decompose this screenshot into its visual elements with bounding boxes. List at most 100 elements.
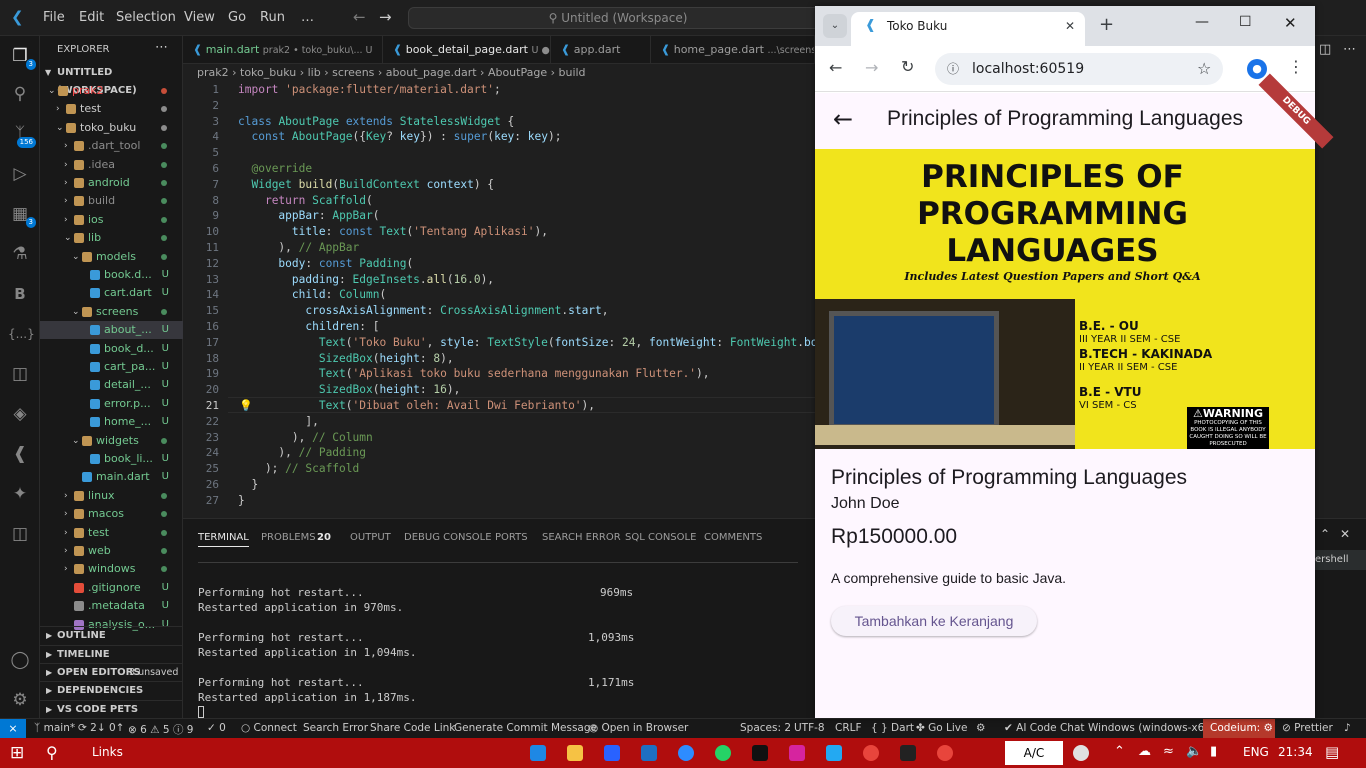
settings-gear-icon[interactable]: ⚙ <box>8 688 32 712</box>
go-live-status[interactable]: ✤ Go Live <box>916 722 967 734</box>
tree-item[interactable]: › web <box>40 542 183 560</box>
reload-icon[interactable]: ↻ <box>901 57 914 76</box>
taskbar-search-icon[interactable]: ⚲ <box>46 743 58 762</box>
ports-status[interactable]: ✓ 0 <box>207 722 226 734</box>
workspace-header[interactable]: ▼ UNTITLED (WORKSPACE) <box>40 64 183 96</box>
maximize-panel-icon[interactable]: ⌃ <box>1320 527 1330 541</box>
language-status[interactable]: { } Dart <box>871 722 914 734</box>
menu-go[interactable]: Go <box>228 10 246 25</box>
volume-icon[interactable]: 🔈 <box>1186 744 1202 759</box>
editor-more-icon[interactable]: ⋯ <box>1343 42 1356 57</box>
weather-icon[interactable] <box>1073 745 1089 761</box>
prettier-status[interactable]: ⊘ Prettier <box>1282 722 1333 734</box>
cloud-icon[interactable]: ☁ <box>1138 744 1151 759</box>
tiktok-icon[interactable] <box>752 745 768 761</box>
tree-item[interactable]: › test <box>40 524 183 542</box>
tab-app-dart[interactable]: ❰ app.dart <box>551 36 651 64</box>
indentation-status[interactable]: Spaces: 2 <box>740 722 791 734</box>
notifications-bell-icon[interactable]: ♪ <box>1344 722 1351 734</box>
tab-main-dart[interactable]: ❰ main.dart prak2 • toko_buku\... U <box>183 36 383 64</box>
open-editors-section[interactable]: ▶ OPEN EDITORS 3 unsaved <box>40 663 183 681</box>
vscode-taskbar-icon[interactable] <box>826 745 842 761</box>
close-panel-icon[interactable]: ✕ <box>1340 527 1350 541</box>
language-indicator[interactable]: ENG <box>1243 745 1269 759</box>
search-error-status[interactable]: Search Error <box>303 722 368 734</box>
b-extension-icon[interactable]: B <box>8 282 32 306</box>
eol-status[interactable]: CRLF <box>835 722 862 734</box>
sql-icon[interactable]: ◫ <box>8 522 32 546</box>
timeline-section[interactable]: ▶ TIMELINE <box>40 645 183 663</box>
forward-arrow-icon[interactable]: → <box>379 8 392 26</box>
device-status[interactable]: Windows (windows-x64) <box>1088 722 1215 734</box>
vs-code-pets-section[interactable]: ▶ VS CODE PETS <box>40 700 183 718</box>
tree-item[interactable]: about_... U <box>40 321 183 340</box>
layers-icon[interactable]: ◈ <box>8 402 32 426</box>
tab-book-detail-page[interactable]: ❰ book_detail_page.dart U ● <box>383 36 551 64</box>
menu-run[interactable]: Run <box>260 10 285 25</box>
tree-item[interactable]: .metadata U <box>40 597 183 615</box>
tree-item[interactable]: ⌄ toko_buku <box>40 119 183 137</box>
tree-item[interactable]: cart.dart U <box>40 284 183 302</box>
ac-widget[interactable]: A/C <box>1005 741 1063 765</box>
tree-item[interactable]: ⌄ screens <box>40 303 183 321</box>
tree-item[interactable]: › .dart_tool <box>40 137 183 155</box>
tree-item[interactable]: ⌄ widgets <box>40 432 183 450</box>
problems-status[interactable]: ⊗ 6 ⚠ 5 ⓘ 9 <box>128 722 193 737</box>
flutter-outline-icon[interactable]: ❰ <box>8 442 32 466</box>
wifi-icon[interactable]: ≈ <box>1163 744 1174 759</box>
windows-start-icon[interactable]: ⊞ <box>10 743 24 763</box>
database-icon[interactable]: ◫ <box>8 362 32 386</box>
menu-more[interactable]: … <box>301 10 314 25</box>
menu-file[interactable]: File <box>43 10 65 25</box>
dependencies-section[interactable]: ▶ DEPENDENCIES <box>40 681 183 699</box>
search-icon[interactable]: ⚲ <box>8 82 32 106</box>
tab-home-page[interactable]: ❰ home_page.dart ...\screens U <box>651 36 815 64</box>
battery-icon[interactable]: ▮ <box>1210 744 1217 759</box>
tree-item[interactable]: › test <box>40 100 183 118</box>
tab-debug-console[interactable]: DEBUG CONSOLE <box>404 532 492 543</box>
tab-terminal[interactable]: TERMINAL <box>198 532 249 547</box>
maximize-icon[interactable]: ☐ <box>1239 14 1252 30</box>
sync-status[interactable]: ⟳ 2↓ 0↑ <box>78 722 124 734</box>
connect-status[interactable]: ○ Connect <box>241 722 297 734</box>
command-center[interactable]: ⚲ Untitled (Workspace) <box>408 7 828 29</box>
tree-item[interactable]: book_li... U <box>40 450 183 468</box>
branch-status[interactable]: ᛉ main* <box>34 722 75 734</box>
outline-section[interactable]: ▶ OUTLINE <box>40 626 183 644</box>
site-info-icon[interactable]: ⓘ <box>947 53 959 85</box>
file-explorer-icon[interactable] <box>567 745 583 761</box>
encoding-status[interactable]: UTF-8 <box>794 722 825 734</box>
browser-forward-icon[interactable]: → <box>865 58 878 77</box>
clock[interactable]: 21:34 <box>1278 745 1313 759</box>
terminal-list-item[interactable]: ershell <box>1315 550 1366 570</box>
split-editor-icon[interactable]: ◫ <box>1319 42 1331 57</box>
browser-back-icon[interactable]: ← <box>829 58 842 77</box>
tree-item[interactable]: › .idea <box>40 156 183 174</box>
tree-item[interactable]: ⌄ lib <box>40 229 183 247</box>
tray-chevron-icon[interactable]: ⌃ <box>1114 744 1125 759</box>
breadcrumb[interactable]: prak2 › toko_buku › lib › screens › abou… <box>183 64 815 82</box>
instagram-icon[interactable] <box>789 745 805 761</box>
bookmark-star-icon[interactable]: ☆ <box>1197 53 1211 85</box>
whatsapp-icon[interactable] <box>715 745 731 761</box>
tree-item[interactable]: home_... U <box>40 413 183 431</box>
tree-item[interactable]: ⌄ models <box>40 248 183 266</box>
close-window-icon[interactable]: ✕ <box>1284 14 1297 32</box>
code-editor[interactable]: 💡 1 2 3 4 5 6 7 8 9 10 11 12 13 14 15 16 17 18 19 20 21 22 23 2… <box>183 82 815 518</box>
python-icon[interactable]: ✦ <box>8 482 32 506</box>
tree-item[interactable]: .gitignore U <box>40 579 183 597</box>
extensions-icon[interactable]: ▦ 3 <box>8 202 36 228</box>
tree-item[interactable]: book_d... U <box>40 340 183 358</box>
tree-item[interactable]: › windows <box>40 560 183 578</box>
testing-icon[interactable]: ⚗ <box>8 242 32 266</box>
taskbar-search-label[interactable]: Links <box>92 745 123 759</box>
tab-search-error[interactable]: SEARCH ERROR <box>542 532 621 543</box>
address-bar[interactable]: ⓘ localhost:60519 ☆ <box>935 53 1223 85</box>
app-back-icon[interactable]: ← <box>833 105 853 133</box>
menu-view[interactable]: View <box>184 10 215 25</box>
store-icon[interactable] <box>604 745 620 761</box>
copilot-icon[interactable]: ⚙ <box>976 722 985 734</box>
new-tab-icon[interactable]: + <box>1099 14 1114 35</box>
menu-edit[interactable]: Edit <box>79 10 104 25</box>
ai-code-chat[interactable]: ✔ AI Code Chat <box>1004 722 1085 734</box>
